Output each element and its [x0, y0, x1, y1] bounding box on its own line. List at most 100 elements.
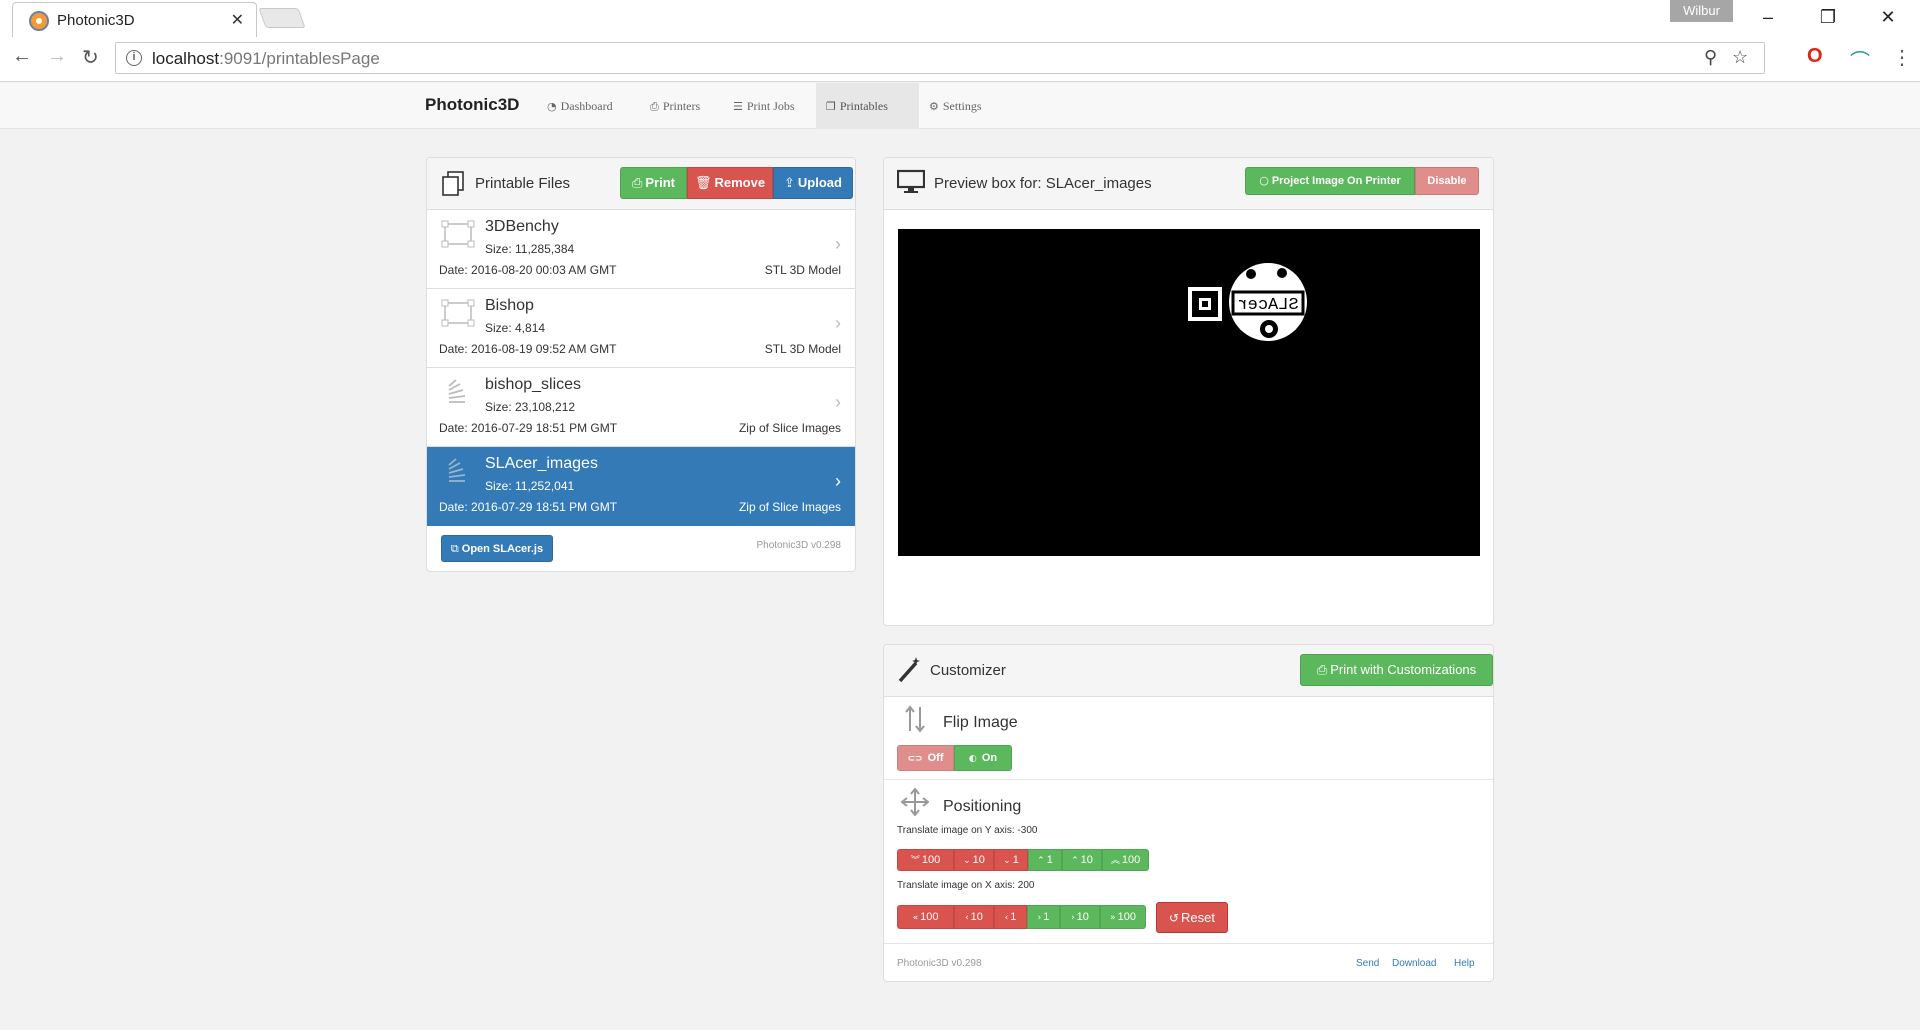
- customizer-title: Customizer: [930, 662, 1006, 679]
- x-axis-label: Translate image on X axis: 200: [897, 880, 1035, 891]
- positioning-title: Positioning: [943, 798, 1022, 815]
- opera-extension-icon[interactable]: O: [1807, 45, 1823, 68]
- address-toolbar: ← → ↻ i localhost:9091/printablesPage ⚲ …: [0, 37, 1920, 82]
- 3d-model-icon: [441, 299, 475, 327]
- slacer-slice-image: SLAcer: [1188, 263, 1307, 341]
- forward-icon[interactable]: →: [47, 45, 67, 68]
- new-tab-button[interactable]: [258, 8, 306, 28]
- app-navbar: Photonic3D ◔ Dashboard ⎙ Printers ☰ Print J…: [0, 83, 1920, 129]
- chevron-left-icon: ‹: [965, 913, 969, 923]
- chevron-down-icon: ⌄: [963, 856, 971, 866]
- chevron-left-icon: ‹: [1004, 913, 1009, 923]
- y-down-1-button[interactable]: ⌄ 1: [994, 849, 1028, 871]
- double-chevron-right-icon: »: [1110, 913, 1116, 923]
- flip-arrows-icon: [905, 705, 925, 733]
- upload-button[interactable]: ⇪ Upload: [773, 167, 853, 199]
- reset-button[interactable]: ↺ Reset: [1156, 902, 1228, 933]
- flip-off-toggle[interactable]: ⊂⊃ Off: [897, 745, 954, 771]
- browser-tab[interactable]: Photonic3D ✕: [12, 2, 257, 37]
- x-left-1-label: 1: [1010, 911, 1017, 923]
- version-text: Photonic3D v0.298: [897, 958, 982, 969]
- send-link[interactable]: Send: [1356, 958, 1379, 969]
- project-image-button[interactable]: ○ Project Image On Printer: [1245, 167, 1415, 195]
- chevron-up-icon: ⌃: [1037, 856, 1045, 866]
- external-link-icon: ⧉: [450, 542, 459, 555]
- x-right-1-label: 1: [1043, 911, 1050, 923]
- file-size: Size: 23,108,212: [485, 400, 576, 414]
- file-name: bishop_slices: [485, 376, 582, 393]
- toggle-off-icon: ⊂⊃: [907, 754, 923, 764]
- y-up-1-label: 1: [1046, 854, 1053, 866]
- double-chevron-left-icon: «: [912, 913, 919, 923]
- x-right-10-button[interactable]: › 10: [1060, 905, 1100, 929]
- customizer-panel: Customizer ⎙ Print with Customizations Fl…: [883, 644, 1494, 982]
- nav-printers[interactable]: ⎙ Printers: [640, 83, 710, 129]
- profile-badge[interactable]: Wilbur: [1670, 0, 1733, 22]
- reload-icon[interactable]: ↻: [82, 45, 99, 70]
- flip-off-label: Off: [927, 752, 944, 764]
- url-path: :9091/printablesPage: [219, 49, 380, 68]
- x-right-10-label: 10: [1076, 911, 1089, 923]
- address-input[interactable]: i localhost:9091/printablesPage ⚲ ☆: [115, 42, 1765, 74]
- y-down-100-button[interactable]: ︾ 100: [897, 849, 954, 871]
- file-date: Date: 2016-07-29 18:51 PM GMT: [439, 421, 618, 435]
- x-right-1-button[interactable]: › 1: [1027, 905, 1060, 929]
- nav-dashboard[interactable]: ◔ Dashboard: [537, 83, 623, 129]
- x-right-100-button[interactable]: » 100: [1100, 905, 1146, 929]
- list-item-selected[interactable]: SLAcer_images Size: 11,252,041 Date: 201…: [427, 447, 855, 526]
- version-text: Photonic3D v0.298: [756, 540, 841, 551]
- y-up-10-button[interactable]: ⌃ 10: [1062, 849, 1102, 871]
- divider: [884, 779, 1493, 780]
- print-with-customizations-button[interactable]: ⎙ Print with Customizations: [1300, 654, 1493, 686]
- bookmark-star-icon[interactable]: ☆: [1732, 47, 1748, 68]
- y-up-100-button[interactable]: ︽ 100: [1102, 849, 1149, 871]
- slacer-text: SLAcer: [1237, 296, 1298, 315]
- undo-icon: ↺: [1168, 911, 1180, 925]
- list-item[interactable]: Bishop Size: 4,814 Date: 2016-08-19 09:5…: [427, 289, 855, 368]
- remove-button[interactable]: 🗑 Remove: [687, 167, 773, 199]
- x-left-1-button[interactable]: ‹ 1: [994, 905, 1027, 929]
- restore-icon[interactable]: ❐: [1805, 0, 1851, 34]
- flip-on-toggle[interactable]: ◐ On: [954, 745, 1012, 771]
- x-left-100-button[interactable]: «100: [897, 905, 954, 929]
- divider: [884, 943, 1493, 944]
- disable-button[interactable]: Disable: [1415, 167, 1479, 195]
- monitor-icon: [897, 169, 925, 193]
- move-arrows-icon: [901, 788, 929, 816]
- double-chevron-down-icon: ︾: [910, 856, 920, 866]
- extension-icon[interactable]: ⌒: [1850, 45, 1870, 74]
- toggle-on-icon: ◐: [968, 754, 977, 764]
- file-name: 3DBenchy: [485, 218, 559, 235]
- file-date: Date: 2016-08-19 09:52 AM GMT: [439, 342, 617, 356]
- zoom-icon[interactable]: ⚲: [1704, 47, 1717, 68]
- open-slacer-label: Open SLAcer.js: [461, 543, 544, 555]
- print-button-label: Print: [645, 175, 676, 190]
- close-window-icon[interactable]: ✕: [1865, 0, 1911, 34]
- x-left-10-button[interactable]: ‹ 10: [954, 905, 994, 929]
- browser-menu-icon[interactable]: ⋮: [1892, 45, 1912, 70]
- url-text: localhost:9091/printablesPage: [152, 49, 380, 69]
- open-slacer-button[interactable]: ⧉ Open SLAcer.js: [441, 535, 553, 562]
- minimize-icon[interactable]: –: [1745, 0, 1791, 34]
- list-item[interactable]: 3DBenchy Size: 11,285,384 Date: 2016-08-…: [427, 210, 855, 289]
- nav-settings[interactable]: ⚙ Settings: [919, 83, 992, 129]
- brand-logo[interactable]: Photonic3D: [425, 95, 519, 115]
- nav-dashboard-label: Dashboard: [560, 99, 613, 113]
- trash-icon: 🗑: [694, 176, 712, 191]
- list-item[interactable]: bishop_slices Size: 23,108,212 Date: 201…: [427, 368, 855, 447]
- nav-print-jobs[interactable]: ☰ Print Jobs: [723, 83, 805, 129]
- tab-close-icon[interactable]: ✕: [231, 10, 244, 30]
- preview-heading: Preview box for: SLAcer_images ○ Project …: [884, 158, 1493, 210]
- y-down-10-button[interactable]: ⌄ 10: [954, 849, 994, 871]
- file-date: Date: 2016-08-20 00:03 AM GMT: [439, 263, 617, 277]
- files-icon: [442, 171, 464, 196]
- site-info-icon[interactable]: i: [126, 50, 142, 66]
- print-button[interactable]: ⎙ Print: [620, 167, 687, 199]
- download-link[interactable]: Download: [1392, 958, 1436, 969]
- flip-on-label: On: [981, 752, 998, 764]
- nav-printables[interactable]: ❐ Printables: [816, 83, 919, 129]
- slices-icon: [448, 458, 466, 482]
- y-up-1-button[interactable]: ⌃ 1: [1028, 849, 1062, 871]
- back-icon[interactable]: ←: [12, 45, 32, 68]
- help-link[interactable]: Help: [1454, 958, 1475, 969]
